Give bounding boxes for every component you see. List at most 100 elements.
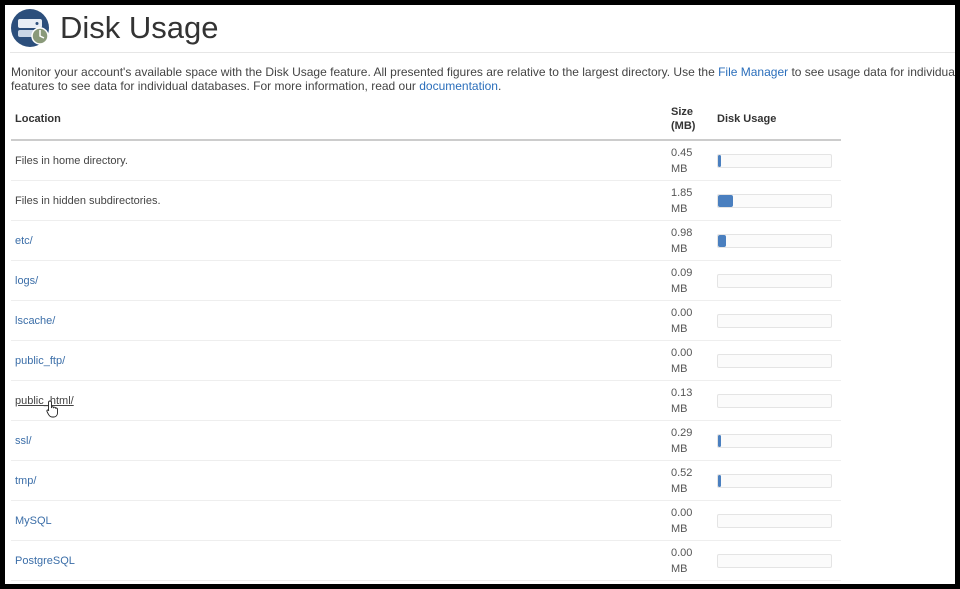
size-value: 0.00 [671,506,693,519]
location-link[interactable]: logs/ [11,260,667,301]
location-link[interactable]: public_ftp/ [11,340,667,381]
usage-bar-fill [718,194,733,207]
size-unit: MB [671,202,688,215]
size-unit: MB [671,282,688,295]
column-header-size[interactable]: Size (MB) [667,105,713,141]
size-cell: 0.00 MB [667,500,713,541]
disk-usage-cell [713,260,841,301]
size-unit: MB [671,562,688,575]
size-value: 0.00 [671,346,693,359]
size-header-line1: Size [671,106,694,118]
size-cell: 0.52 MB [667,460,713,501]
size-header-line2: (MB) [671,120,696,132]
size-cell: 0.45 MB [667,140,713,181]
location-link[interactable]: ssl/ [11,420,667,461]
file-manager-link[interactable]: File Manager [718,65,788,79]
size-value: 0.00 [671,546,693,559]
page-frame: Disk Usage Monitor your account's availa… [5,5,955,584]
table-row: public_ftp/0.00 MB [11,340,841,381]
disk-usage-cell [713,300,841,341]
size-unit: MB [671,402,688,415]
disk-usage-icon [11,9,49,47]
location-link[interactable]: MySQL [11,500,667,541]
disk-usage-cell [713,460,841,501]
size-unit: MB [671,162,688,175]
disk-usage-cell [713,540,841,581]
location-link[interactable]: PostgreSQL [11,540,667,581]
size-unit: MB [671,322,688,335]
table-row: Files in home directory. 0.45 MB [11,140,841,181]
disk-usage-cell [713,180,841,221]
usage-bar-track [717,553,832,568]
size-unit: MB [671,362,688,375]
column-header-disk-usage[interactable]: Disk Usage [713,105,841,141]
table-body: Files in home directory. 0.45 MB Files in h… [11,140,841,581]
usage-bar-fill [718,434,721,447]
size-unit: MB [671,442,688,455]
size-value: 0.09 [671,266,693,279]
location-label: Files in hidden subdirectories. [11,180,667,221]
usage-bar-track [717,273,832,288]
table-row: logs/0.09 MB [11,260,841,301]
usage-bar-fill [718,154,722,167]
table-row: etc/0.98 MB [11,220,841,261]
table-row: Files in hidden subdirectories. 1.85 MB [11,180,841,221]
description-text: features to see data for individual data… [11,79,420,93]
page-title: Disk Usage [60,10,219,45]
size-unit: MB [671,522,688,535]
table-row: tmp/0.52 MB [11,460,841,501]
table-row: lscache/0.00 MB [11,300,841,341]
disk-usage-cell [713,500,841,541]
table-header-row: Location Size (MB) Disk Usage [11,105,841,141]
table-row: MySQL 0.00 MB [11,500,841,541]
usage-bar-track [717,393,832,408]
disk-usage-cell [713,140,841,181]
usage-bar-track [717,233,832,248]
size-cell: 0.98 MB [667,220,713,261]
table-row: PostgreSQL 0.00 MB [11,540,841,581]
location-label: Files in home directory. [11,140,667,181]
size-unit: MB [671,482,688,495]
disk-usage-cell [713,380,841,421]
usage-bar-track [717,153,832,168]
location-link[interactable]: etc/ [11,220,667,261]
location-link[interactable]: lscache/ [11,300,667,341]
size-value: 0.45 [671,146,693,159]
usage-bar-track [717,513,832,528]
size-cell: 0.09 MB [667,260,713,301]
size-cell: 0.00 MB [667,540,713,581]
size-value: 0.52 [671,466,693,479]
disk-usage-cell [713,220,841,261]
size-value: 0.13 [671,386,693,399]
size-cell: 0.29 MB [667,420,713,461]
size-cell: 0.00 MB [667,300,713,341]
size-cell: 0.00 MB [667,340,713,381]
description-text: . [497,79,502,93]
table-row: public_html/0.13 MB [11,380,841,421]
usage-bar-track [717,193,832,208]
description-text: Monitor your account's available space w… [11,65,719,79]
size-value: 1.85 [671,186,693,199]
column-header-location[interactable]: Location [11,105,667,141]
title-divider [10,52,955,53]
usage-bar-track [717,473,832,488]
table-row: ssl/0.29 MB [11,420,841,461]
usage-bar-fill [718,474,722,487]
location-link[interactable]: public_html/ [11,380,667,421]
disk-usage-table: Location Size (MB) Disk Usage Files in h… [11,105,841,581]
documentation-link[interactable]: documentation [419,79,498,93]
usage-bar-track [717,313,832,328]
size-cell: 1.85 MB [667,180,713,221]
disk-usage-cell [713,340,841,381]
page-description: Monitor your account's available space w… [11,65,955,93]
location-link[interactable]: tmp/ [11,460,667,501]
page-header: Disk Usage [10,8,219,48]
size-value: 0.98 [671,226,693,239]
size-value: 0.29 [671,426,693,439]
hand-cursor-icon [46,400,58,418]
size-unit: MB [671,242,688,255]
usage-bar-track [717,433,832,448]
size-cell: 0.13 MB [667,380,713,421]
usage-bar-fill [718,234,726,247]
description-text: to see usage data for individual files a… [791,65,955,79]
